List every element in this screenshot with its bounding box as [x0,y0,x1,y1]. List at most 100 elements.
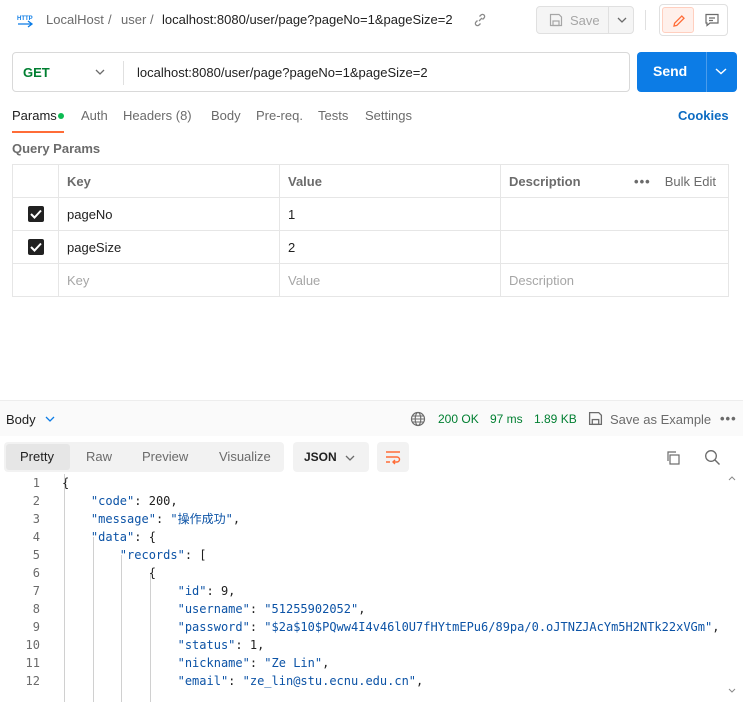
line-number: 3 [32,512,40,526]
chevron-down-icon[interactable] [95,68,105,76]
code-text: "password": "$2a$10$PQww4I4v46l0U7fHYtmE… [177,620,720,634]
response-size[interactable]: 1.89 KB [534,412,577,426]
param-enable-checkbox[interactable] [27,239,44,256]
globe-icon[interactable] [410,411,426,427]
param-key-cell[interactable]: pageSize [58,230,280,264]
chevron-down-icon[interactable] [45,415,55,423]
tab-settings[interactable]: Settings [365,108,412,123]
code-line: 4 "data": { [0,528,743,546]
response-body-viewer[interactable]: 1{2 "code": 200, 3 "message": "操作成功", 4 "d… [0,474,743,702]
save-as-example-button[interactable]: Save as Example [610,412,711,427]
query-params-title: Query Params [12,141,101,156]
url-input[interactable]: localhost:8080/user/page?pageNo=1&pageSi… [137,65,428,80]
send-label: Send [653,63,688,79]
more-options-icon[interactable]: ••• [720,411,737,426]
line-number: 1 [32,476,40,490]
line-number: 10 [25,638,40,652]
line-number: 6 [32,566,40,580]
params-active-dot [58,113,64,119]
view-pretty[interactable]: Pretty [20,449,54,464]
code-text: "email": "ze_lin@stu.ecnu.edu.cn", [177,674,424,688]
param-value-cell[interactable]: 2 [279,230,501,264]
copy-icon[interactable] [665,450,681,466]
breadcrumb-request-name[interactable]: localhost:8080/user/page?pageNo=1&pageSi… [162,12,453,27]
param-key-cell[interactable]: pageNo [58,197,280,231]
value-column-header: Value [279,164,501,198]
table-row: pageSize 2 [12,230,729,264]
code-line: 5 "records": [ [0,546,743,564]
link-icon[interactable] [472,12,488,28]
view-preview[interactable]: Preview [142,449,188,464]
comments-button[interactable] [698,7,726,33]
search-icon[interactable] [704,449,721,466]
tab-tests[interactable]: Tests [318,108,348,123]
param-enable-cell [12,197,59,231]
http-request-icon: HTTP [17,16,34,28]
response-body-dropdown[interactable]: Body [6,412,36,427]
param-value-cell[interactable]: 1 [279,197,501,231]
response-status[interactable]: 200 OK [438,412,479,426]
param-description-cell[interactable] [500,230,729,264]
param-description-cell[interactable] [500,197,729,231]
code-text: "records": [ [119,548,207,562]
chevron-down-icon[interactable] [617,16,627,24]
code-text: { [62,566,156,580]
table-row-new: Key Value Description [12,263,729,297]
view-raw[interactable]: Raw [86,449,112,464]
http-method-select[interactable]: GET [23,65,50,80]
active-tab-indicator [12,131,64,133]
more-options-icon[interactable]: ••• [634,174,651,189]
tab-auth[interactable]: Auth [81,108,108,123]
chevron-down-icon [345,455,355,461]
vertical-scrollbar[interactable] [728,476,736,696]
breadcrumb-folder[interactable]: user [121,12,146,27]
chevron-down-icon[interactable] [715,67,727,75]
format-select[interactable]: JSON [293,442,369,472]
cookies-link[interactable]: Cookies [678,108,729,123]
request-url-bar: GET localhost:8080/user/page?pageNo=1&pa… [12,52,630,92]
code-text: "status": 1, [177,638,265,652]
editor-mode-toggle [659,4,728,36]
new-key-input[interactable]: Key [58,263,280,297]
line-number: 5 [32,548,40,562]
wrap-lines-button[interactable] [377,442,409,472]
line-number: 12 [25,674,40,688]
code-text: { [62,476,70,490]
line-number: 9 [32,620,40,634]
param-enable-checkbox[interactable] [27,206,44,223]
response-view-tabs: Pretty Raw Preview Visualize [4,442,284,472]
svg-text:HTTP: HTTP [17,16,33,22]
code-text: "data": { [90,530,156,544]
tab-params[interactable]: Params [12,108,57,123]
send-button[interactable]: Send [637,52,737,92]
query-params-table: Key Value Description ••• Bulk Edit page… [12,164,729,297]
edit-button[interactable] [662,7,694,33]
check-icon [29,210,42,220]
check-icon [29,243,42,253]
description-column-header: Description ••• Bulk Edit [500,164,729,198]
table-row: pageNo 1 [12,197,729,231]
new-description-input[interactable]: Description [500,263,729,297]
save-label: Save [570,13,600,28]
response-time[interactable]: 97 ms [490,412,523,426]
tab-prerequest[interactable]: Pre-req. [256,108,303,123]
wrap-lines-icon [386,451,401,465]
breadcrumb-bar: HTTP LocalHost / user / localhost:8080/u… [0,0,743,40]
code-line: 12 "email": "ze_lin@stu.ecnu.edu.cn", [0,672,743,690]
tab-headers[interactable]: Headers (8) [123,108,192,123]
save-icon [549,13,563,27]
bulk-edit-button[interactable]: Bulk Edit [665,174,716,189]
pencil-icon [673,15,685,27]
new-value-input[interactable]: Value [279,263,501,297]
save-icon [588,411,603,426]
comment-icon [705,13,719,27]
code-line: 8 "username": "51255902052", [0,600,743,618]
breadcrumb-separator: / [150,12,154,27]
key-column-header: Key [58,164,280,198]
view-visualize[interactable]: Visualize [219,449,271,464]
breadcrumb-collection[interactable]: LocalHost [46,12,104,27]
breadcrumb-separator: / [108,12,112,27]
save-button[interactable]: Save [536,6,634,34]
line-number: 11 [25,656,40,670]
tab-body[interactable]: Body [211,108,241,123]
